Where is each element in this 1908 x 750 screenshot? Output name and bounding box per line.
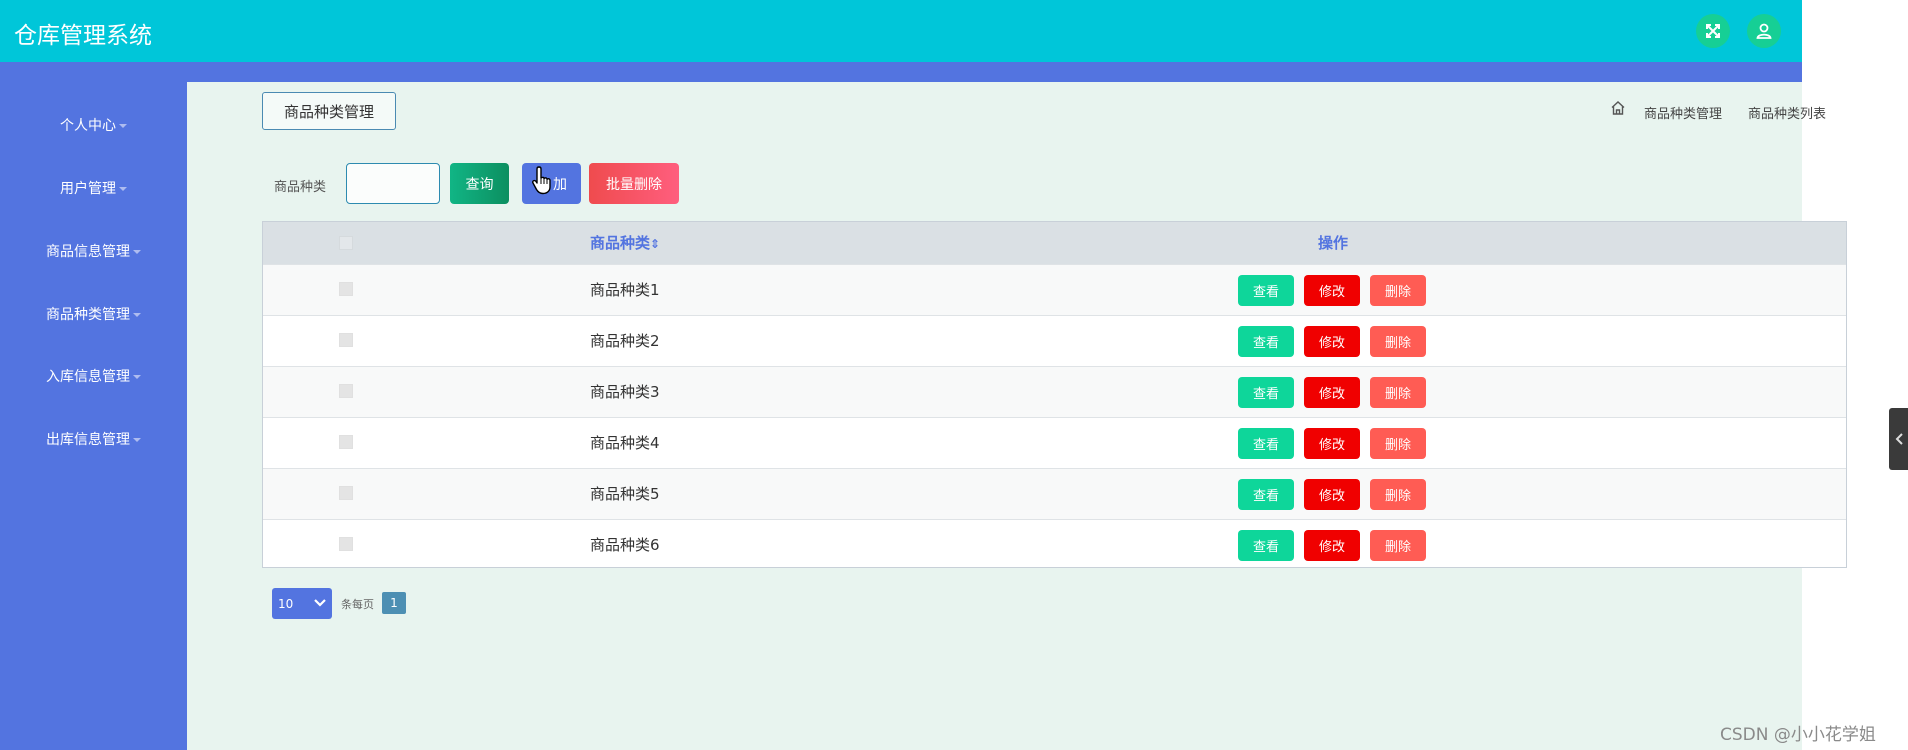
watermark: CSDN @小小花学姐 [1720,725,1876,745]
chevron-down-icon [133,375,141,379]
chevron-down-icon [119,124,127,128]
top-header: 仓库管理系统 [0,0,1802,62]
delete-button[interactable]: 删除 [1370,377,1426,408]
delete-button[interactable]: 删除 [1370,479,1426,510]
delete-button[interactable]: 删除 [1370,275,1426,306]
delete-button[interactable]: 删除 [1370,530,1426,561]
category-name: 商品种类4 [590,434,660,452]
column-header-label: 商品种类 [590,234,651,252]
row-checkbox[interactable] [339,486,353,500]
column-header-category[interactable]: 商品种类⇕ [590,222,660,264]
edit-button[interactable]: 修改 [1304,428,1360,459]
chevron-down-icon [133,250,141,254]
sidebar-item-label: 商品种类管理 [46,307,130,323]
search-label: 商品种类 [274,180,327,195]
breadcrumb-item[interactable]: 商品种类管理 [1644,103,1722,122]
chevron-down-icon [119,187,127,191]
sidebar-item-product-info[interactable]: 商品信息管理 [0,241,187,261]
sidebar-item-label: 入库信息管理 [46,369,130,385]
edit-button[interactable]: 修改 [1304,377,1360,408]
app-title: 仓库管理系统 [14,23,152,49]
category-name: 商品种类2 [590,332,660,350]
query-button[interactable]: 查询 [450,163,509,204]
sidebar-item-user-management[interactable]: 用户管理 [0,178,187,198]
user-icon [1756,23,1772,39]
per-page-label: 条每页 [341,598,374,611]
sidebar-item-inbound[interactable]: 入库信息管理 [0,366,187,386]
search-input[interactable] [346,163,440,204]
sidebar-item-label: 出库信息管理 [46,432,130,448]
sidebar-item-product-category[interactable]: 商品种类管理 [0,304,187,324]
view-button[interactable]: 查看 [1238,428,1294,459]
home-icon[interactable] [1610,100,1626,116]
chevron-down-icon [133,438,141,442]
fullscreen-button[interactable] [1696,14,1730,48]
page-size-value: 10 [278,596,294,611]
delete-button[interactable]: 删除 [1370,428,1426,459]
table-row: 商品种类2 查看 修改 删除 [263,315,1846,366]
hand-cursor-icon [532,166,551,195]
breadcrumb-item-current: 商品种类列表 [1748,107,1827,122]
view-button[interactable]: 查看 [1238,377,1294,408]
table-row: 商品种类3 查看 修改 删除 [263,366,1846,417]
row-checkbox[interactable] [339,537,353,551]
table-row: 商品种类1 查看 修改 删除 [263,264,1846,315]
chevron-down-icon [133,313,141,317]
view-button[interactable]: 查看 [1238,326,1294,357]
sidebar-item-label: 个人中心 [60,118,116,134]
view-button[interactable]: 查看 [1238,530,1294,561]
select-all-checkbox[interactable] [339,236,353,250]
category-name: 商品种类3 [590,383,660,401]
category-name: 商品种类5 [590,485,660,503]
sidebar-item-label: 用户管理 [60,181,116,197]
sort-icon: ⇕ [650,237,661,251]
column-header-actions: 操作 [1318,234,1349,252]
view-button[interactable]: 查看 [1238,479,1294,510]
table-row: 商品种类6 查看 修改 删除 [263,519,1846,570]
table-row: 商品种类4 查看 修改 删除 [263,417,1846,468]
page-size-select[interactable]: 10 [272,588,332,619]
view-button[interactable]: 查看 [1238,275,1294,306]
category-name: 商品种类1 [590,281,660,299]
category-table: 商品种类⇕ 操作 商品种类1 查看 修改 删除 商品种类2 查看 修改 删除 商… [262,221,1847,568]
row-checkbox[interactable] [339,384,353,398]
table-header: 商品种类⇕ 操作 [263,222,1846,264]
edit-button[interactable]: 修改 [1304,275,1360,306]
row-checkbox[interactable] [339,282,353,296]
batch-delete-button[interactable]: 批量删除 [589,163,679,204]
fullscreen-icon [1706,24,1720,38]
page-title: 商品种类管理 [262,92,396,130]
user-button[interactable] [1747,14,1781,48]
page-number-button[interactable]: 1 [382,592,406,614]
chevron-down-icon [314,599,326,607]
edit-button[interactable]: 修改 [1304,530,1360,561]
category-name: 商品种类6 [590,536,660,554]
edit-button[interactable]: 修改 [1304,326,1360,357]
chevron-left-icon [1895,433,1903,445]
edit-button[interactable]: 修改 [1304,479,1360,510]
table-row: 商品种类5 查看 修改 删除 [263,468,1846,519]
row-checkbox[interactable] [339,435,353,449]
sidebar-item-outbound[interactable]: 出库信息管理 [0,429,187,449]
header-strip [0,62,1802,82]
row-checkbox[interactable] [339,333,353,347]
side-drawer-toggle[interactable] [1889,408,1908,470]
sidebar-item-personal-center[interactable]: 个人中心 [0,115,187,135]
delete-button[interactable]: 删除 [1370,326,1426,357]
sidebar: 个人中心 用户管理 商品信息管理 商品种类管理 入库信息管理 出库信息管理 [0,82,187,750]
sidebar-item-label: 商品信息管理 [46,244,130,260]
